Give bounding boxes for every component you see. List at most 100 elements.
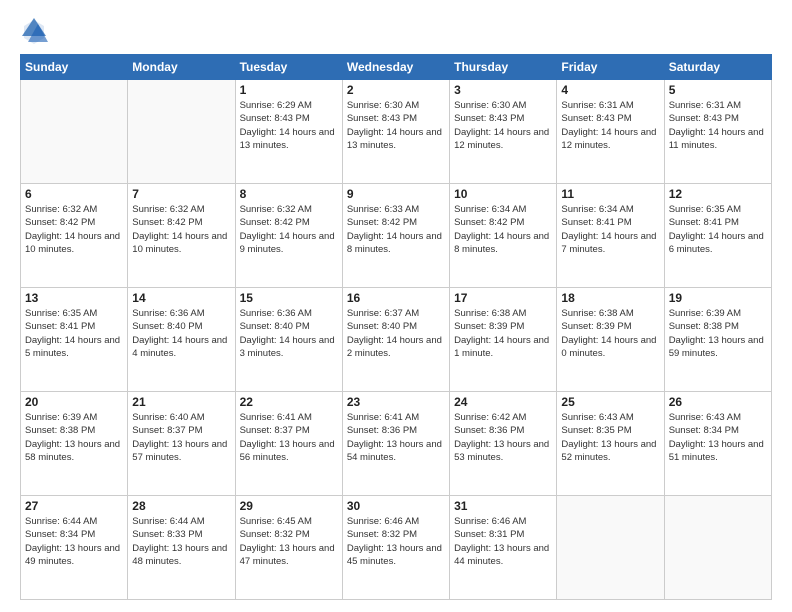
day-number: 23 [347,395,445,409]
day-detail: Sunrise: 6:33 AM Sunset: 8:42 PM Dayligh… [347,203,445,256]
day-number: 9 [347,187,445,201]
day-number: 31 [454,499,552,513]
day-header-saturday: Saturday [664,55,771,80]
day-detail: Sunrise: 6:38 AM Sunset: 8:39 PM Dayligh… [454,307,552,360]
calendar-header-row: SundayMondayTuesdayWednesdayThursdayFrid… [21,55,772,80]
calendar-cell: 30 Sunrise: 6:46 AM Sunset: 8:32 PM Dayli… [342,496,449,600]
day-number: 11 [561,187,659,201]
day-header-wednesday: Wednesday [342,55,449,80]
day-header-monday: Monday [128,55,235,80]
day-detail: Sunrise: 6:41 AM Sunset: 8:36 PM Dayligh… [347,411,445,464]
day-number: 4 [561,83,659,97]
day-detail: Sunrise: 6:43 AM Sunset: 8:34 PM Dayligh… [669,411,767,464]
calendar-cell [128,80,235,184]
day-number: 29 [240,499,338,513]
calendar-cell [21,80,128,184]
calendar-cell: 7 Sunrise: 6:32 AM Sunset: 8:42 PM Daylig… [128,184,235,288]
day-detail: Sunrise: 6:43 AM Sunset: 8:35 PM Dayligh… [561,411,659,464]
week-row-5: 27Sunrise: 6:44 AM Sunset: 8:34 PM Dayli… [21,496,772,600]
day-number: 26 [669,395,767,409]
day-number: 6 [25,187,123,201]
day-number: 21 [132,395,230,409]
header [20,16,772,44]
calendar-cell: 12 Sunrise: 6:35 AM Sunset: 8:41 PM Dayli… [664,184,771,288]
day-detail: Sunrise: 6:32 AM Sunset: 8:42 PM Dayligh… [132,203,230,256]
day-number: 20 [25,395,123,409]
week-row-3: 13Sunrise: 6:35 AM Sunset: 8:41 PM Dayli… [21,288,772,392]
calendar-cell: 2 Sunrise: 6:30 AM Sunset: 8:43 PM Daylig… [342,80,449,184]
day-detail: Sunrise: 6:30 AM Sunset: 8:43 PM Dayligh… [347,99,445,152]
calendar-cell: 8 Sunrise: 6:32 AM Sunset: 8:42 PM Daylig… [235,184,342,288]
day-detail: Sunrise: 6:36 AM Sunset: 8:40 PM Dayligh… [132,307,230,360]
calendar-cell: 21 Sunrise: 6:40 AM Sunset: 8:37 PM Dayli… [128,392,235,496]
day-detail: Sunrise: 6:34 AM Sunset: 8:42 PM Dayligh… [454,203,552,256]
calendar-cell: 3 Sunrise: 6:30 AM Sunset: 8:43 PM Daylig… [450,80,557,184]
day-detail: Sunrise: 6:36 AM Sunset: 8:40 PM Dayligh… [240,307,338,360]
day-number: 5 [669,83,767,97]
day-number: 25 [561,395,659,409]
calendar-cell: 1 Sunrise: 6:29 AM Sunset: 8:43 PM Daylig… [235,80,342,184]
day-number: 3 [454,83,552,97]
day-detail: Sunrise: 6:40 AM Sunset: 8:37 PM Dayligh… [132,411,230,464]
calendar-cell: 4 Sunrise: 6:31 AM Sunset: 8:43 PM Daylig… [557,80,664,184]
day-detail: Sunrise: 6:32 AM Sunset: 8:42 PM Dayligh… [25,203,123,256]
day-detail: Sunrise: 6:35 AM Sunset: 8:41 PM Dayligh… [25,307,123,360]
day-number: 19 [669,291,767,305]
calendar-cell: 16Sunrise: 6:37 AM Sunset: 8:40 PM Dayli… [342,288,449,392]
day-number: 22 [240,395,338,409]
page: SundayMondayTuesdayWednesdayThursdayFrid… [0,0,792,612]
day-detail: Sunrise: 6:46 AM Sunset: 8:32 PM Dayligh… [347,515,445,568]
day-number: 1 [240,83,338,97]
calendar-cell: 11 Sunrise: 6:34 AM Sunset: 8:41 PM Dayli… [557,184,664,288]
day-detail: Sunrise: 6:45 AM Sunset: 8:32 PM Dayligh… [240,515,338,568]
day-number: 14 [132,291,230,305]
day-number: 17 [454,291,552,305]
day-detail: Sunrise: 6:41 AM Sunset: 8:37 PM Dayligh… [240,411,338,464]
calendar-table: SundayMondayTuesdayWednesdayThursdayFrid… [20,54,772,600]
calendar-cell: 17 Sunrise: 6:38 AM Sunset: 8:39 PM Dayli… [450,288,557,392]
calendar-cell: 15 Sunrise: 6:36 AM Sunset: 8:40 PM Dayli… [235,288,342,392]
calendar-cell: 14 Sunrise: 6:36 AM Sunset: 8:40 PM Dayli… [128,288,235,392]
day-detail: Sunrise: 6:30 AM Sunset: 8:43 PM Dayligh… [454,99,552,152]
calendar-cell: 10 Sunrise: 6:34 AM Sunset: 8:42 PM Dayli… [450,184,557,288]
day-header-tuesday: Tuesday [235,55,342,80]
logo-icon [20,16,48,44]
day-detail: Sunrise: 6:31 AM Sunset: 8:43 PM Dayligh… [669,99,767,152]
day-number: 30 [347,499,445,513]
day-number: 12 [669,187,767,201]
day-detail: Sunrise: 6:34 AM Sunset: 8:41 PM Dayligh… [561,203,659,256]
calendar-cell: 13Sunrise: 6:35 AM Sunset: 8:41 PM Dayli… [21,288,128,392]
calendar-cell: 22 Sunrise: 6:41 AM Sunset: 8:37 PM Dayli… [235,392,342,496]
day-detail: Sunrise: 6:35 AM Sunset: 8:41 PM Dayligh… [669,203,767,256]
day-detail: Sunrise: 6:46 AM Sunset: 8:31 PM Dayligh… [454,515,552,568]
day-detail: Sunrise: 6:31 AM Sunset: 8:43 PM Dayligh… [561,99,659,152]
day-detail: Sunrise: 6:37 AM Sunset: 8:40 PM Dayligh… [347,307,445,360]
calendar-cell: 5 Sunrise: 6:31 AM Sunset: 8:43 PM Daylig… [664,80,771,184]
day-detail: Sunrise: 6:39 AM Sunset: 8:38 PM Dayligh… [669,307,767,360]
calendar-cell: 31 Sunrise: 6:46 AM Sunset: 8:31 PM Dayli… [450,496,557,600]
day-detail: Sunrise: 6:42 AM Sunset: 8:36 PM Dayligh… [454,411,552,464]
day-number: 7 [132,187,230,201]
day-detail: Sunrise: 6:38 AM Sunset: 8:39 PM Dayligh… [561,307,659,360]
week-row-2: 6 Sunrise: 6:32 AM Sunset: 8:42 PM Daylig… [21,184,772,288]
day-header-friday: Friday [557,55,664,80]
calendar-cell: 28Sunrise: 6:44 AM Sunset: 8:33 PM Dayli… [128,496,235,600]
day-number: 27 [25,499,123,513]
day-detail: Sunrise: 6:39 AM Sunset: 8:38 PM Dayligh… [25,411,123,464]
day-header-sunday: Sunday [21,55,128,80]
day-number: 2 [347,83,445,97]
day-number: 8 [240,187,338,201]
day-detail: Sunrise: 6:29 AM Sunset: 8:43 PM Dayligh… [240,99,338,152]
calendar-cell: 25 Sunrise: 6:43 AM Sunset: 8:35 PM Dayli… [557,392,664,496]
calendar-cell: 19 Sunrise: 6:39 AM Sunset: 8:38 PM Dayli… [664,288,771,392]
logo [20,16,52,44]
calendar-cell: 9 Sunrise: 6:33 AM Sunset: 8:42 PM Daylig… [342,184,449,288]
week-row-1: 1 Sunrise: 6:29 AM Sunset: 8:43 PM Daylig… [21,80,772,184]
calendar-cell: 23 Sunrise: 6:41 AM Sunset: 8:36 PM Dayli… [342,392,449,496]
calendar-cell: 20 Sunrise: 6:39 AM Sunset: 8:38 PM Dayli… [21,392,128,496]
calendar-cell: 6 Sunrise: 6:32 AM Sunset: 8:42 PM Daylig… [21,184,128,288]
day-detail: Sunrise: 6:32 AM Sunset: 8:42 PM Dayligh… [240,203,338,256]
week-row-4: 20 Sunrise: 6:39 AM Sunset: 8:38 PM Dayli… [21,392,772,496]
day-number: 15 [240,291,338,305]
day-number: 10 [454,187,552,201]
